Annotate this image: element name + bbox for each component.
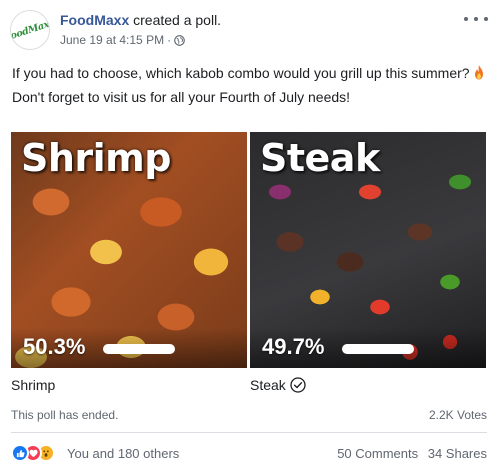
option-percent: 50.3% bbox=[23, 334, 86, 359]
poll-option-shrimp[interactable]: Shrimp 50.3% Shrimp bbox=[11, 132, 247, 394]
option-title: Steak bbox=[260, 136, 380, 180]
option-label[interactable]: Shrimp bbox=[11, 376, 247, 394]
option-result-bar bbox=[103, 344, 175, 354]
like-icon bbox=[11, 444, 29, 462]
steak-image[interactable]: Steak 49.7% bbox=[250, 132, 486, 368]
post-subtitle-line: June 19 at 4:15 PM · bbox=[60, 31, 221, 49]
reaction-icons[interactable] bbox=[11, 444, 55, 462]
option-title: Shrimp bbox=[21, 136, 171, 180]
post-meta: FoodMaxx created a poll. June 19 at 4:15… bbox=[60, 11, 221, 49]
option-label-text: Steak bbox=[250, 377, 286, 393]
fire-icon bbox=[475, 65, 484, 80]
post-timestamp[interactable]: June 19 at 4:15 PM bbox=[60, 31, 164, 49]
post-text-line-2: Don't forget to visit us for all your Fo… bbox=[12, 89, 351, 105]
engagement-counts: 50 Comments 34 Shares bbox=[337, 446, 487, 461]
dot bbox=[484, 17, 488, 21]
poll-vote-count[interactable]: 2.2K Votes bbox=[429, 408, 487, 422]
poll-option-steak[interactable]: Steak 49.7% Steak bbox=[250, 132, 486, 394]
option-label[interactable]: Steak bbox=[250, 376, 486, 394]
shrimp-image[interactable]: Shrimp 50.3% bbox=[11, 132, 247, 368]
poll-status-row: This poll has ended. 2.2K Votes bbox=[11, 408, 487, 422]
comments-count[interactable]: 50 Comments bbox=[337, 446, 418, 461]
dot bbox=[474, 17, 478, 21]
reactions-row: You and 180 others 50 Comments 34 Shares bbox=[11, 444, 487, 464]
post-action-text: created a poll. bbox=[133, 12, 222, 28]
option-percent: 49.7% bbox=[262, 334, 325, 359]
post-header: FoodMaxx FoodMaxx created a poll. June 1… bbox=[10, 10, 488, 54]
dot bbox=[464, 17, 468, 21]
post-title-line: FoodMaxx created a poll. bbox=[60, 11, 221, 29]
post-text: If you had to choose, which kabob combo … bbox=[12, 63, 486, 107]
foodmaxx-logo: FoodMaxx bbox=[10, 16, 50, 44]
reaction-names[interactable]: You and 180 others bbox=[67, 446, 179, 461]
poll-status: This poll has ended. bbox=[11, 408, 119, 422]
more-options-icon[interactable] bbox=[464, 12, 488, 26]
post-text-line-1: If you had to choose, which kabob combo … bbox=[12, 63, 486, 83]
page-avatar[interactable]: FoodMaxx bbox=[10, 10, 50, 50]
option-result-bar bbox=[342, 344, 414, 354]
globe-icon bbox=[174, 34, 185, 46]
separator-dot: · bbox=[167, 33, 172, 47]
shares-count[interactable]: 34 Shares bbox=[428, 446, 487, 461]
check-circle-icon bbox=[290, 377, 306, 393]
option-label-text: Shrimp bbox=[11, 377, 56, 393]
author-link[interactable]: FoodMaxx bbox=[60, 12, 129, 28]
divider bbox=[11, 432, 487, 433]
